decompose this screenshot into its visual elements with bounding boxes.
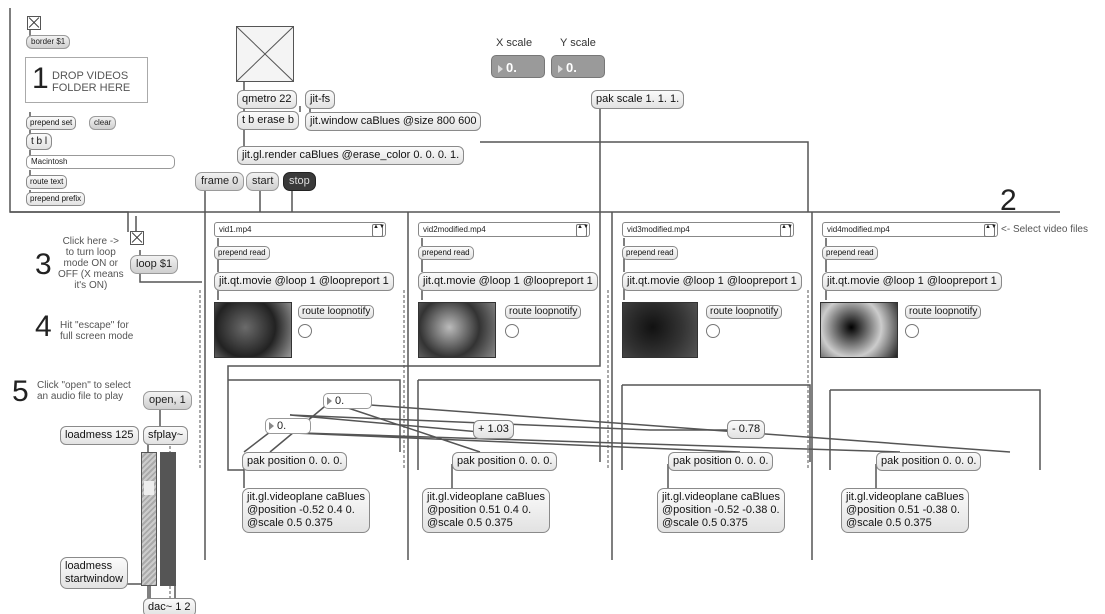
qmetro-object[interactable]: qmetro 22: [237, 90, 297, 109]
chevron-updown-icon: ▲▼: [984, 224, 997, 237]
pak-position-object[interactable]: pak position 0. 0. 0.: [452, 452, 558, 471]
loadmess-125-object[interactable]: loadmess 125: [60, 426, 139, 445]
pak-position-object[interactable]: pak position 0. 0. 0.: [668, 452, 774, 471]
frame-0-message[interactable]: frame 0: [195, 172, 245, 191]
toggle-x-icon: [236, 26, 294, 82]
jit-qt-movie-object[interactable]: jit.qt.movie @loop 1 @loopreport 1: [622, 272, 802, 291]
video-file-menu[interactable]: vid2modified.mp4 ▲▼: [418, 222, 590, 237]
x-scale-number[interactable]: 0.: [491, 55, 545, 78]
plus-object[interactable]: + 1.03: [473, 420, 514, 439]
pak-position-object[interactable]: pak position 0. 0. 0.: [876, 452, 982, 471]
jit-qt-movie-object[interactable]: jit.qt.movie @loop 1 @loopreport 1: [822, 272, 1002, 291]
max-patcher-canvas: border $1 1 DROP VIDEOS FOLDER HERE prep…: [0, 0, 1105, 614]
minus-object[interactable]: - 0.78: [727, 420, 766, 439]
prepend-prefix-object[interactable]: prepend prefix: [26, 192, 86, 206]
loopnotify-bang[interactable]: [706, 324, 720, 338]
prepend-read-object[interactable]: prepend read: [822, 246, 878, 260]
y-scale-number[interactable]: 0.: [551, 55, 605, 78]
number-triangle-icon: [269, 422, 274, 431]
render-toggle-large[interactable]: [236, 26, 294, 82]
video-file-menu-label: vid3modified.mp4: [627, 225, 690, 234]
loopnotify-bang[interactable]: [905, 324, 919, 338]
x-scale-label: X scale: [496, 37, 533, 49]
dac-object[interactable]: dac~ 1 2: [143, 598, 196, 614]
prepend-read-object[interactable]: prepend read: [214, 246, 270, 260]
video-file-menu-label: vid2modified.mp4: [423, 225, 486, 234]
video-preview: [418, 302, 496, 358]
drop-zone-label-line1: DROP VIDEOS: [52, 70, 129, 82]
step-4-text: Hit "escape" for full screen mode: [60, 320, 134, 342]
jit-gl-videoplane-object[interactable]: jit.gl.videoplane caBlues @position -0.5…: [657, 488, 786, 533]
chevron-updown-icon: ▲▼: [780, 224, 793, 237]
clear-message[interactable]: clear: [89, 116, 117, 130]
step-3-number: 3: [35, 248, 52, 281]
pak-position-object[interactable]: pak position 0. 0. 0.: [242, 452, 348, 471]
video-file-menu-label: vid4modified.mp4: [827, 225, 890, 234]
chevron-updown-icon: ▲▼: [372, 224, 385, 237]
video-file-menu[interactable]: vid3modified.mp4 ▲▼: [622, 222, 794, 237]
loopnotify-bang[interactable]: [505, 324, 519, 338]
video-preview: [214, 302, 292, 358]
route-text-object[interactable]: route text: [26, 175, 68, 189]
sfplay-object[interactable]: sfplay~: [143, 426, 189, 445]
step-5-number: 5: [12, 375, 29, 408]
jit-qt-movie-object[interactable]: jit.qt.movie @loop 1 @loopreport 1: [214, 272, 394, 291]
video-preview: [820, 302, 898, 358]
open-message[interactable]: open, 1: [143, 391, 192, 410]
video-file-menu[interactable]: vid1.mp4 ▲▼: [214, 222, 386, 237]
number-box-a[interactable]: 0.: [323, 393, 372, 409]
route-loopnotify-object[interactable]: route loopnotify: [505, 305, 582, 319]
loop-toggle[interactable]: [130, 231, 144, 245]
prepend-read-object[interactable]: prepend read: [418, 246, 474, 260]
loop-message[interactable]: loop $1: [130, 255, 179, 274]
jit-fs-object[interactable]: jit-fs: [305, 90, 336, 109]
video-file-menu-label: vid1.mp4: [219, 225, 252, 234]
step-2-text: <- Select video files: [1001, 224, 1088, 235]
step-1-number: 1: [32, 62, 49, 95]
number-triangle-icon: [498, 64, 503, 73]
trigger-erase-object[interactable]: t b erase b: [237, 111, 299, 130]
loadbang-toggle[interactable]: [27, 16, 41, 30]
drop-zone-label-line2: FOLDER HERE: [52, 82, 131, 94]
prepend-set-object[interactable]: prepend set: [26, 116, 77, 130]
gain-slider-left[interactable]: [141, 452, 157, 586]
jit-gl-videoplane-object[interactable]: jit.gl.videoplane caBlues @position 0.51…: [422, 488, 551, 533]
video-preview: [622, 302, 698, 358]
jit-gl-videoplane-object[interactable]: jit.gl.videoplane caBlues @position 0.51…: [841, 488, 970, 533]
route-loopnotify-object[interactable]: route loopnotify: [706, 305, 783, 319]
start-message[interactable]: start: [246, 172, 280, 191]
route-loopnotify-object[interactable]: route loopnotify: [298, 305, 375, 319]
gain-slider-right[interactable]: [160, 452, 176, 586]
video-file-menu[interactable]: vid4modified.mp4 ▲▼: [822, 222, 998, 237]
stop-message[interactable]: stop: [283, 172, 316, 191]
number-triangle-icon: [558, 64, 563, 73]
pak-scale-object[interactable]: pak scale 1. 1. 1.: [591, 90, 685, 109]
y-scale-label: Y scale: [560, 37, 596, 49]
border-message[interactable]: border $1: [26, 35, 71, 49]
chevron-updown-icon: ▲▼: [576, 224, 589, 237]
loadmess-startwindow-object[interactable]: loadmess startwindow: [60, 557, 129, 589]
step-3-text: Click here -> to turn loop mode ON or OF…: [58, 236, 124, 291]
drop-videos-folder-zone[interactable]: 1 DROP VIDEOS FOLDER HERE: [25, 57, 148, 103]
step-4-number: 4: [35, 310, 52, 343]
step-2-number: 2: [1000, 184, 1017, 217]
prepend-read-object[interactable]: prepend read: [622, 246, 678, 260]
trigger-tbl-object[interactable]: t b l: [26, 133, 53, 150]
jit-gl-videoplane-object[interactable]: jit.gl.videoplane caBlues @position -0.5…: [242, 488, 371, 533]
number-box-b[interactable]: 0.: [265, 418, 311, 434]
jit-qt-movie-object[interactable]: jit.qt.movie @loop 1 @loopreport 1: [418, 272, 598, 291]
number-triangle-icon: [327, 397, 332, 406]
jit-window-object[interactable]: jit.window caBlues @size 800 600: [305, 112, 482, 131]
route-loopnotify-object[interactable]: route loopnotify: [905, 305, 982, 319]
path-text-field[interactable]: Macintosh: [26, 155, 175, 169]
step-5-text: Click "open" to select an audio file to …: [37, 380, 131, 402]
slider-knob: [144, 481, 154, 495]
loopnotify-bang[interactable]: [298, 324, 312, 338]
jit-gl-render-object[interactable]: jit.gl.render caBlues @erase_color 0. 0.…: [237, 146, 465, 165]
